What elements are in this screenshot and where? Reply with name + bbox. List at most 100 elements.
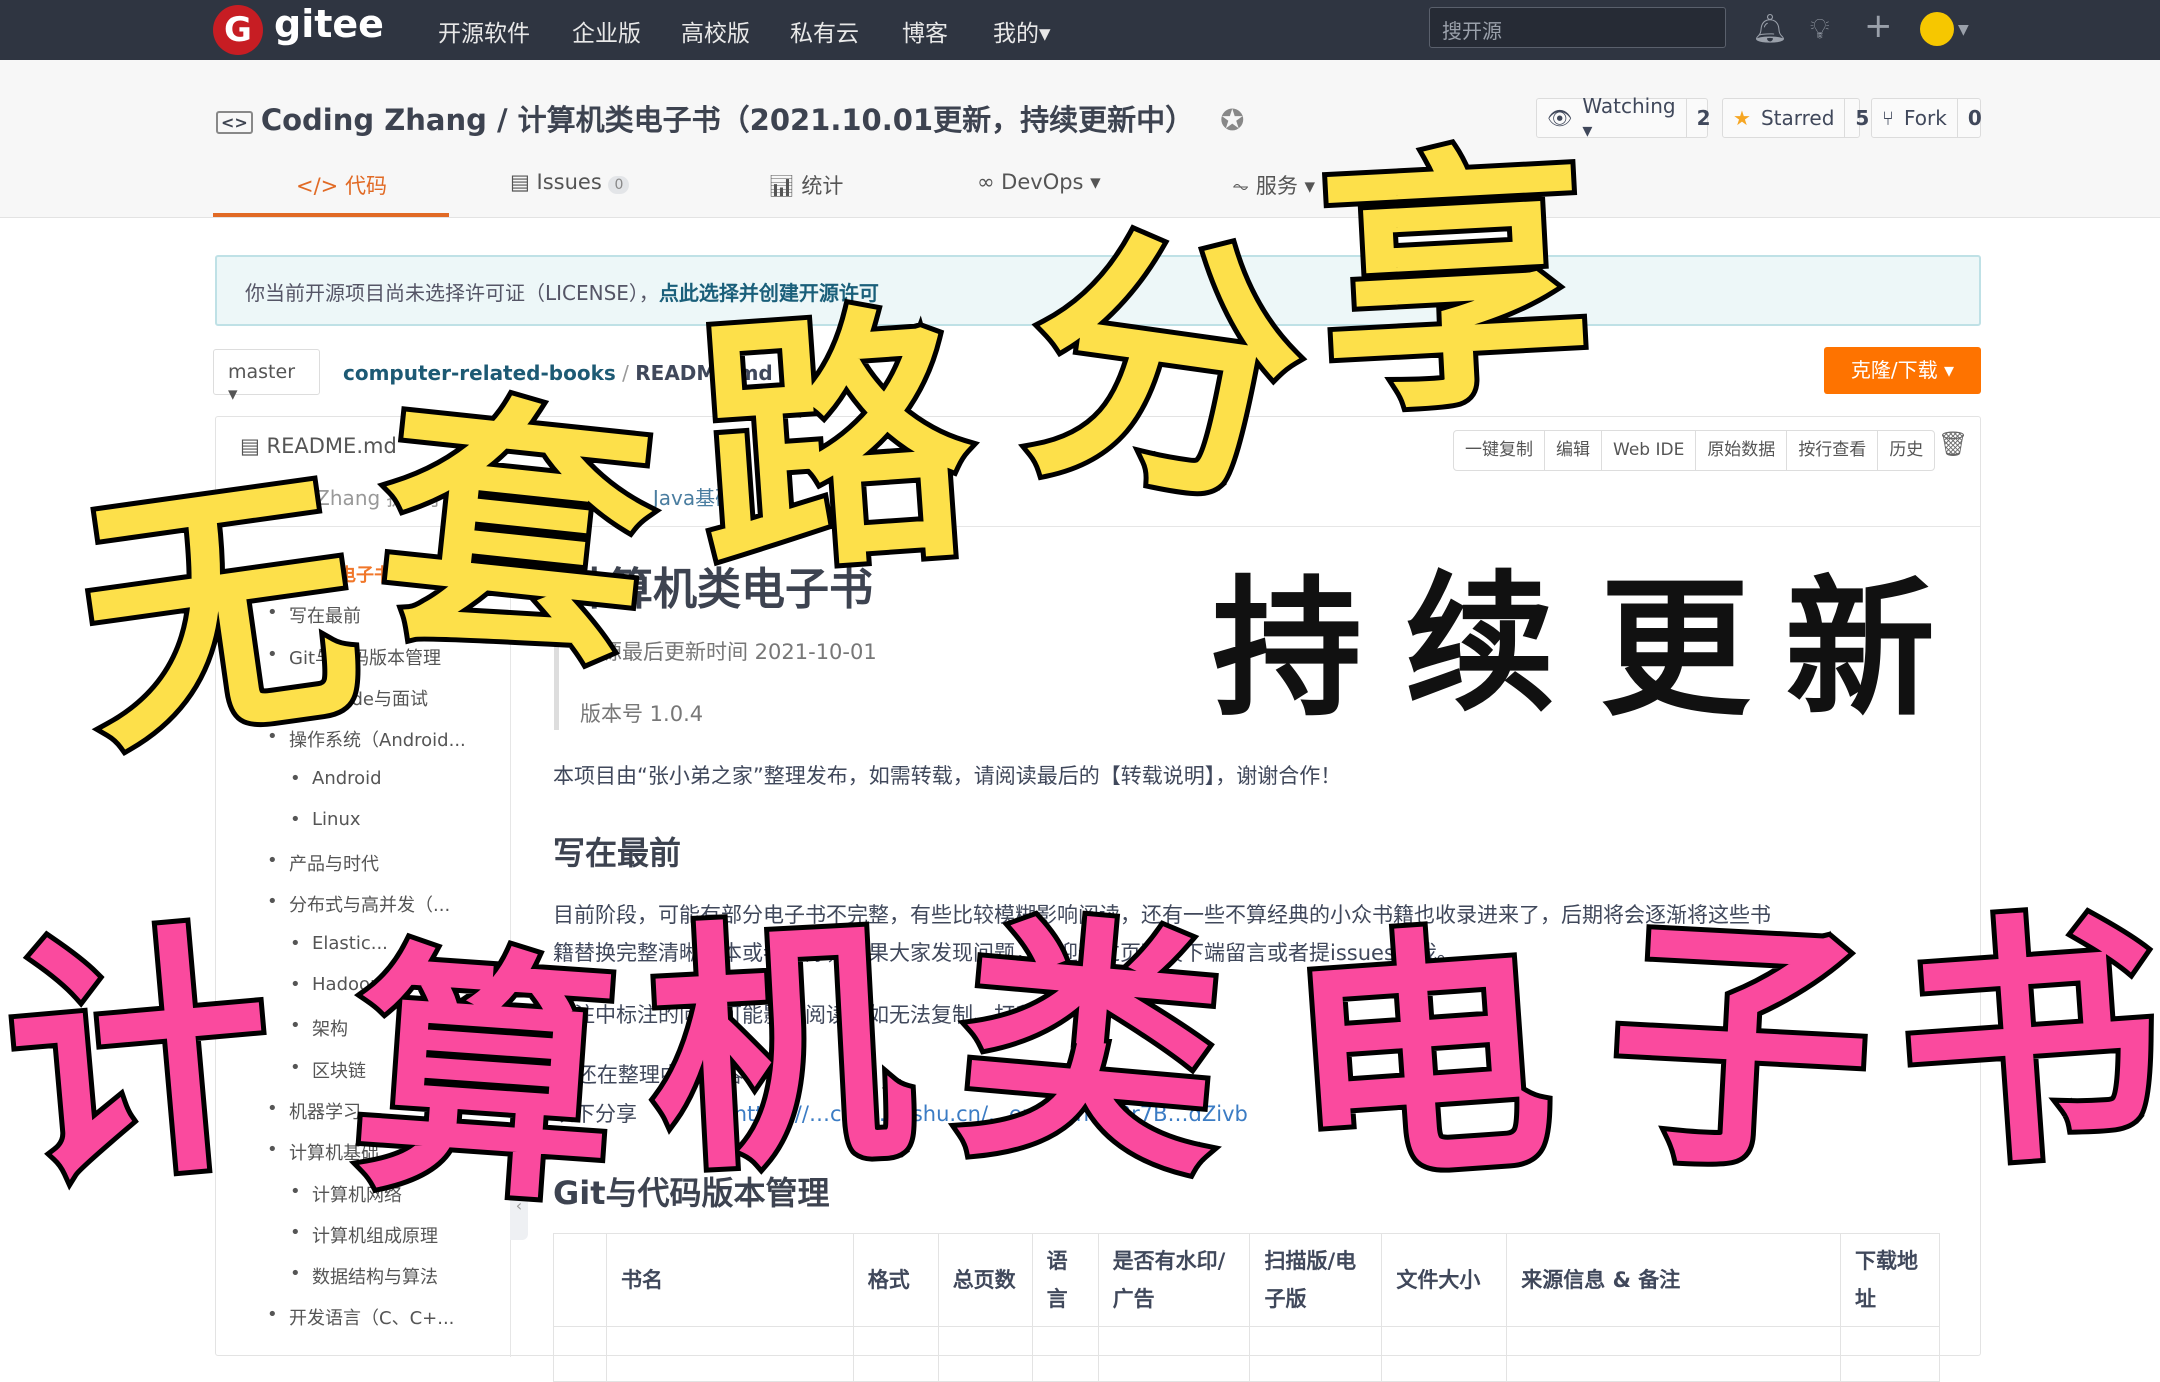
overlay-char: 算 [340,915,630,1244]
overlay-char: 套 [359,359,670,710]
nav-mine[interactable]: 我的▾ [993,14,1051,48]
table-header-cell: 总页数 [937,1233,1033,1327]
notice-text: 你当前开源项目尚未选择许可证（LICENSE）， [245,281,659,305]
table-row [553,1326,1941,1382]
clone-download-button[interactable]: 克隆/下载 ▾ [1824,347,1981,394]
repo-title-text: Coding Zhang / 计算机类电子书（2021.10.01更新，持续更新… [260,103,1195,137]
code-icon: </> [296,174,345,198]
infinity-icon: ∞ [977,170,1002,194]
overlay-char: 分 [1004,190,1325,550]
fork-label: Fork [1904,106,1947,130]
fork-icon: ⑂ [1882,106,1894,130]
overlay-char: 子 [1597,887,1882,1212]
nav-private-cloud[interactable]: 私有云 [790,14,859,48]
bell-icon[interactable]: 🔔︎ [1752,12,1788,45]
nav-open-source[interactable]: 开源软件 [438,14,530,48]
toc-item[interactable]: 产品与时代 [267,850,379,876]
table-cell [553,1326,607,1382]
watch-count[interactable]: 2 [1685,99,1721,137]
table-cell [1381,1326,1508,1382]
overlay-char: 新 [1785,563,1936,737]
avatar[interactable] [1920,12,1954,46]
overlay-char: 更 [1600,563,1751,737]
table-cell [1097,1326,1251,1382]
issues-count-badge: 0 [608,176,630,194]
branch-select[interactable]: master ▾ [213,349,320,405]
web-ide-button[interactable]: Web IDE [1602,431,1697,470]
table-cell [605,1326,854,1382]
trash-icon[interactable]: 🗑︎ [1938,430,1968,458]
table-header-cell: 语言 [1031,1233,1099,1327]
intro-paragraph: 本项目由“张小弟之家”整理发布，如需转载，请阅读最后的【转载说明】，谢谢合作！ [553,764,1342,788]
table-header-cell: 书名 [605,1233,854,1327]
toc-item[interactable]: 架构 [290,1015,348,1041]
table-cell [1839,1326,1941,1382]
overlay-char: 计 [0,893,288,1227]
tab-stats[interactable]: 📊︎ 统计 [768,170,843,200]
books-table: 书名 格式 总页数 语言 是否有水印/广告 扫描版/电子版 文件大小 来源信息 & 备注 下载地… [553,1233,1941,1382]
overlay-char: 机 [637,887,922,1212]
table-header-cell: 文件大小 [1381,1233,1508,1327]
tab-services[interactable]: ⏦ 服务 ▾ [1232,170,1315,200]
toc-item[interactable]: 数据结构与算法 [290,1263,438,1289]
tab-label: 服务 ▾ [1255,174,1316,198]
issues-icon: ▤ [510,170,537,194]
fork-button[interactable]: ⑂ Fork 0 [1871,98,1982,138]
toc-item[interactable]: Android [290,768,381,789]
search-input[interactable]: 搜开源 [1429,7,1726,48]
top-navbar: G gitee 开源软件 企业版 高校版 私有云 博客 我的▾ 搜开源 🔔︎ 💡… [0,0,2160,60]
table-cell [1249,1326,1383,1382]
overlay-char: 路 [684,273,985,616]
breadcrumb-sep: / [615,361,636,385]
bulb-icon[interactable]: 💡︎ [1810,12,1830,46]
gitee-logo-text[interactable]: gitee [274,2,384,46]
star-label: Starred [1760,106,1835,130]
toc-item[interactable]: 分布式与高并发（... [267,891,450,917]
toc-item[interactable]: 机器学习 [267,1098,361,1124]
tab-label: 统计 [801,174,844,198]
history-button[interactable]: 历史 [1878,431,1934,470]
raw-button[interactable]: 原始数据 [1696,431,1788,470]
table-header-row: 书名 格式 总页数 语言 是否有水印/广告 扫描版/电子版 文件大小 来源信息 & 备注 下载地… [553,1233,1941,1327]
watch-label: Watching ▾ [1582,94,1676,142]
table-header-cell: 格式 [852,1233,939,1327]
chart-icon: 📊︎ [768,174,802,198]
overlay-char: 电 [1275,895,1565,1224]
tab-devops[interactable]: ∞ DevOps ▾ [977,170,1101,194]
overlay-char: 持 [1212,563,1363,737]
table-header-cell: 是否有水印/广告 [1097,1233,1251,1327]
overlay-char: 书 [1885,880,2160,1209]
nav-blog[interactable]: 博客 [902,14,948,48]
chevron-down-icon[interactable]: ▼ [1958,22,1969,38]
tab-code[interactable]: </> 代码 [296,170,387,200]
table-cell [1506,1326,1841,1382]
gitee-logo-icon[interactable]: G [213,5,263,55]
tab-issues[interactable]: ▤ Issues 0 [510,170,630,194]
table-header-cell: 扫描版/电子版 [1249,1233,1383,1327]
section-heading-first: 写在最前 [553,834,682,872]
table-header-cell [553,1233,607,1327]
star-icon: ★ [1733,106,1751,130]
tab-label: 代码 [344,174,387,198]
table-header-cell: 下载地址 [1839,1233,1941,1327]
version-text: 版本号 1.0.4 [580,702,704,726]
recommend-badge-icon: ✪ [1220,103,1245,137]
overlay-char: 续 [1405,558,1556,732]
nav-enterprise[interactable]: 企业版 [572,14,641,48]
table-cell [1031,1326,1099,1382]
overlay-char: 类 [942,883,1237,1217]
overlay-char: 享 [1307,115,1603,454]
toc-item[interactable]: Linux [290,809,360,830]
toc-item[interactable]: 开发语言（C、C+... [267,1304,454,1330]
repo-title[interactable]: <> Coding Zhang / 计算机类电子书（2021.10.01更新，持续… [216,97,1244,139]
table-header-cell: 来源信息 & 备注 [1506,1233,1841,1327]
star-button[interactable]: ★ Starred 5 [1722,98,1869,138]
active-tab-indicator [213,213,449,217]
tab-label: DevOps ▾ [1001,170,1101,194]
fork-count[interactable]: 0 [1956,99,1992,137]
nav-education[interactable]: 高校版 [681,14,750,48]
blame-button[interactable]: 按行查看 [1787,431,1879,470]
tab-label: Issues [536,170,602,194]
plus-icon[interactable]: + [1864,6,1893,46]
overlay-char: 无 [59,435,380,795]
